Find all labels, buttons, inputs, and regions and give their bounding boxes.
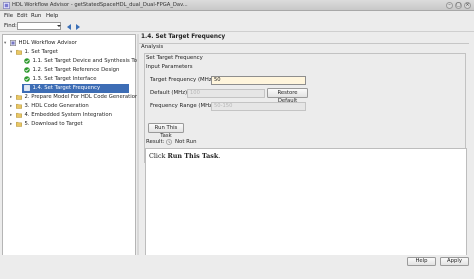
result-panel: Click Run This Task. [145,148,467,269]
default-frequency-field: 100 [187,88,265,98]
tree-item-prepare-model[interactable]: ▸ 2. Prepare Model For HDL Code Generati… [10,93,138,102]
result-message-suffix: . [218,152,221,160]
menu-bar: File Edit Run Help [0,11,474,21]
advisor-root-icon [10,40,16,47]
tree-item-label: 1.4. Set Target Frequency [32,85,101,92]
window-title: HDL Workflow Advisor - getStatedSpaceHDL… [12,1,188,8]
frequency-range-field: 50-150 [211,101,306,111]
bottom-button-bar: Help Apply [0,255,474,279]
folder-icon [16,113,22,119]
task-icon [24,85,30,92]
search-previous-icon[interactable] [65,23,73,31]
tree-item-label: 1.1. Set Target Device and Synthesis Too [32,58,141,65]
workflow-tree: ▾ HDL Workflow Advisor ▾ 1. Set Target 1… [2,34,140,272]
set-target-frequency-group: Set Target Frequency Input Parameters Ta… [144,53,466,163]
tree-item-set-target-frequency[interactable]: 1.4. Set Target Frequency [22,84,129,93]
tree-item-embedded-system-integration[interactable]: ▸ 4. Embedded System Integration [10,111,112,120]
find-input[interactable] [17,22,61,30]
check-icon [24,67,30,74]
folder-icon [16,50,22,56]
menu-help[interactable]: Help [46,13,58,19]
target-frequency-field[interactable]: 50 [211,75,306,85]
result-status: Not Run [175,139,197,145]
default-frequency-label: Default (MHz): [150,90,189,96]
check-icon [24,76,30,83]
run-this-task-button[interactable]: Run This Task [148,123,184,139]
menu-edit[interactable]: Edit [17,13,27,19]
result-label: Result: [146,139,165,145]
menu-file[interactable]: File [4,13,13,19]
task-detail-pane: 1.4. Set Target Frequency Analysis Set T… [139,34,472,272]
tree-root[interactable]: ▾ HDL Workflow Advisor [4,39,77,48]
tree-item-label: 1.2. Set Target Reference Design [32,67,120,74]
maximize-icon[interactable]: □ [455,2,462,9]
tree-item-set-target[interactable]: ▾ 1. Set Target [10,48,58,57]
not-run-icon [166,138,172,145]
tree-item-label: 5. Download to Target [24,121,83,128]
target-frequency-label: Target Frequency (MHz): [150,77,216,83]
close-icon[interactable]: × [464,2,471,9]
step-title: 1.4. Set Target Frequency [141,34,226,40]
folder-icon [16,95,22,101]
tree-item-set-target-interface[interactable]: 1.3. Set Target Interface [24,75,96,84]
search-next-icon[interactable] [74,23,82,31]
input-parameters-label: Input Parameters [146,64,193,70]
tree-item-download-to-target[interactable]: ▸ 5. Download to Target [10,120,83,129]
folder-icon [16,122,22,128]
analysis-label: Analysis [141,44,164,50]
window-titlebar: HDL Workflow Advisor - getStatedSpaceHDL… [0,0,474,11]
frequency-range-label: Frequency Range (MHz): [150,103,216,109]
tree-item-label: 1.3. Set Target Interface [32,76,97,83]
tree-item-label: 4. Embedded System Integration [24,112,113,119]
help-button[interactable]: Help [407,257,436,266]
find-label: Find: [4,23,17,29]
folder-icon [16,104,22,110]
result-message: Click Run This Task. [149,152,220,160]
tree-item-set-target-reference-design[interactable]: 1.2. Set Target Reference Design [24,66,119,75]
chevron-down-icon[interactable] [57,24,61,27]
tree-item-label: 3. HDL Code Generation [24,103,89,110]
tree-item-hdl-code-generation[interactable]: ▸ 3. HDL Code Generation [10,102,89,111]
apply-button[interactable]: Apply [440,257,469,266]
result-message-prefix: Click [149,152,168,160]
hdl-advisor-app-icon [3,2,10,9]
minimize-icon[interactable]: – [446,2,453,9]
toolbar: Find: [0,21,474,32]
menu-run[interactable]: Run [31,13,41,19]
restore-default-button[interactable]: Restore Default [267,88,308,104]
check-icon [24,58,30,65]
tree-item-label: 1. Set Target [24,49,59,56]
result-message-link: Run This Task [167,152,219,160]
tree-item-set-target-device[interactable]: 1.1. Set Target Device and Synthesis Too [24,57,140,66]
tree-root-label: HDL Workflow Advisor [18,40,77,47]
divider [139,43,469,44]
tree-item-label: 2. Prepare Model For HDL Code Generation [24,94,139,101]
group-title: Set Target Frequency [146,55,203,61]
